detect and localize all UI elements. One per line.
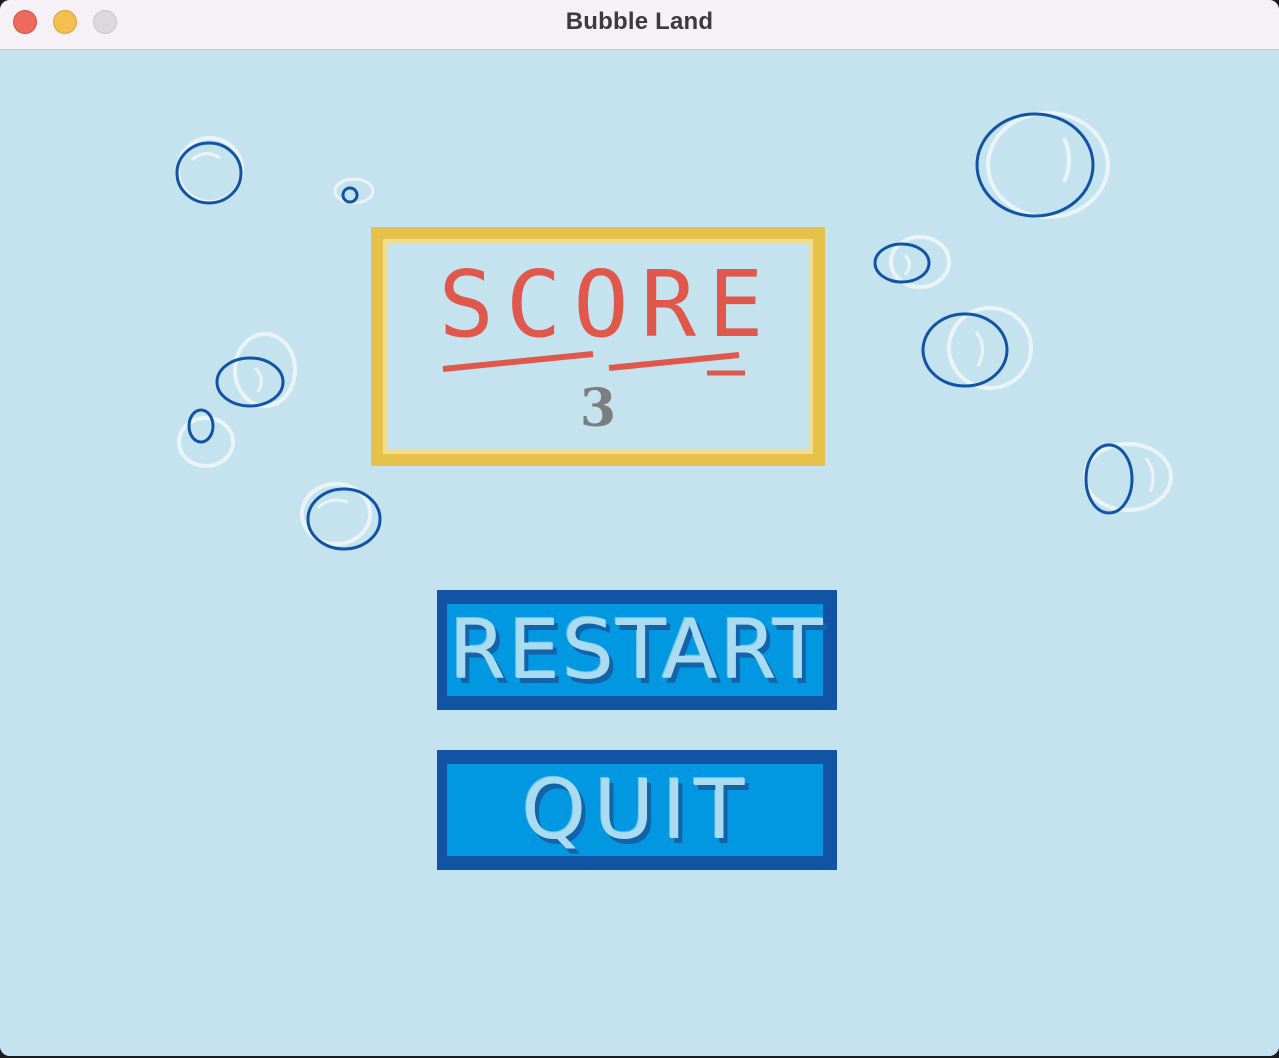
quit-button-label: QUIT (521, 762, 753, 858)
restart-button[interactable]: RESTART (437, 590, 837, 710)
bubble-icon (333, 177, 375, 205)
app-window: Bubble Land SCORE 3 RESTART QUIT (0, 0, 1279, 1056)
score-value: 3 (579, 378, 617, 439)
window-title: Bubble Land (565, 8, 714, 35)
title-bar: Bubble Land (0, 0, 1279, 50)
bubble-icon (177, 408, 235, 468)
bubble-icon (873, 235, 951, 289)
bubble-icon (921, 306, 1033, 390)
bubble-decorations (175, 111, 1173, 551)
bubble-icon (215, 332, 297, 408)
score-panel-inner: SCORE 3 (383, 239, 813, 454)
game-over-screen: SCORE 3 RESTART QUIT (0, 50, 1279, 1056)
quit-button[interactable]: QUIT (437, 750, 837, 870)
bubble-icon (975, 111, 1110, 219)
score-panel: SCORE 3 (371, 227, 825, 466)
bubble-icon (175, 136, 244, 205)
bubble-icon (300, 482, 382, 551)
bubble-icon (1083, 442, 1173, 515)
restart-button-label: RESTART (449, 602, 825, 698)
